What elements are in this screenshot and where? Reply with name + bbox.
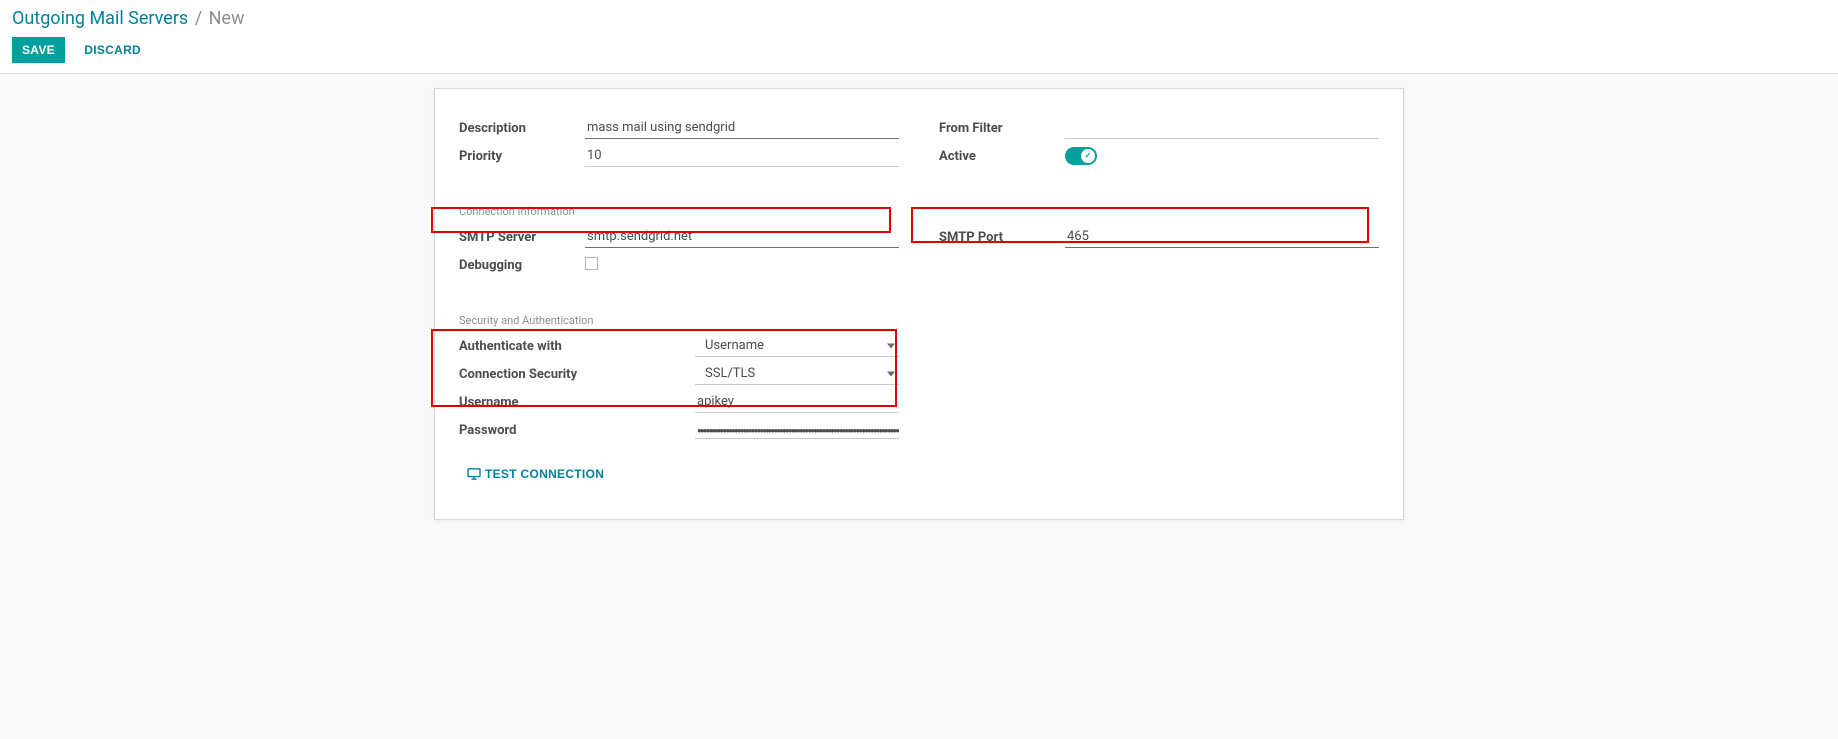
breadcrumb: Outgoing Mail Servers / New xyxy=(12,8,1826,29)
priority-input[interactable] xyxy=(585,145,899,167)
active-label: Active xyxy=(939,149,1065,164)
password-input[interactable] xyxy=(695,423,899,439)
monitor-icon xyxy=(467,468,481,480)
from-filter-label: From Filter xyxy=(939,121,1065,136)
password-label: Password xyxy=(459,423,695,438)
smtp-port-input[interactable] xyxy=(1065,226,1379,248)
auth-with-label: Authenticate with xyxy=(459,339,695,354)
debugging-checkbox[interactable] xyxy=(585,257,598,270)
breadcrumb-separator: / xyxy=(193,8,204,29)
priority-label: Priority xyxy=(459,149,585,164)
description-input[interactable] xyxy=(585,117,899,139)
check-icon: ✓ xyxy=(1081,149,1095,163)
section-security-authentication: Security and Authentication xyxy=(459,314,1379,327)
debugging-label: Debugging xyxy=(459,258,585,273)
description-label: Description xyxy=(459,121,585,136)
smtp-server-input[interactable] xyxy=(585,226,899,248)
connection-security-select[interactable] xyxy=(695,363,899,385)
breadcrumb-current: New xyxy=(209,8,245,29)
auth-with-select[interactable] xyxy=(695,335,899,357)
header-bar: Outgoing Mail Servers / New SAVE DISCARD xyxy=(0,0,1838,74)
action-bar: SAVE DISCARD xyxy=(12,37,1826,73)
test-connection-label: TEST CONNECTION xyxy=(485,467,604,481)
username-input[interactable] xyxy=(695,391,899,413)
username-label: Username xyxy=(459,395,695,410)
connection-security-label: Connection Security xyxy=(459,367,695,382)
form-canvas: Description Priority From Filter Active xyxy=(0,74,1838,534)
active-toggle[interactable]: ✓ xyxy=(1065,147,1097,165)
test-connection-button[interactable]: TEST CONNECTION xyxy=(459,463,612,485)
smtp-server-label: SMTP Server xyxy=(459,230,585,245)
section-connection-information: Connection Information xyxy=(459,205,1379,218)
save-button[interactable]: SAVE xyxy=(12,37,65,63)
discard-button[interactable]: DISCARD xyxy=(74,37,151,63)
smtp-port-label: SMTP Port xyxy=(939,230,1065,245)
form-sheet: Description Priority From Filter Active xyxy=(434,88,1404,520)
breadcrumb-parent[interactable]: Outgoing Mail Servers xyxy=(12,8,188,29)
from-filter-input[interactable] xyxy=(1065,117,1379,139)
